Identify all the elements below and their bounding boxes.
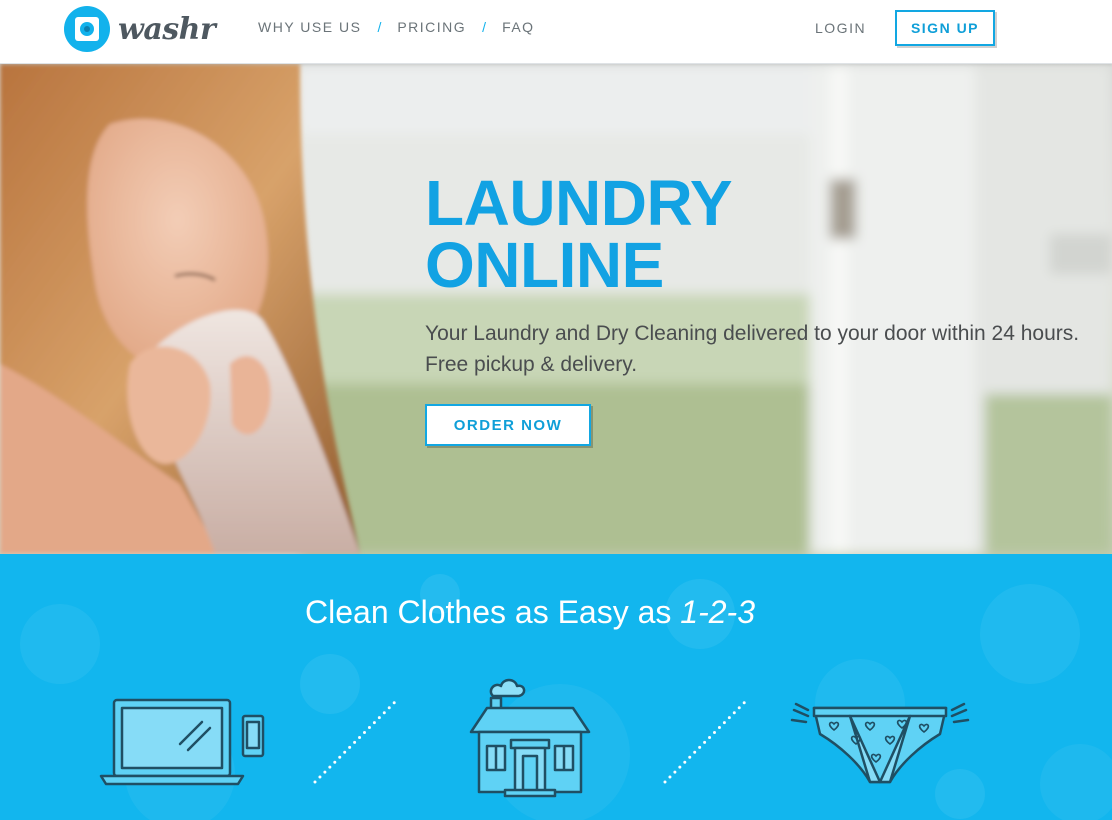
nav-faq[interactable]: FAQ [502, 19, 535, 35]
steps-heading-prefix: Clean Clothes as Easy as [305, 594, 681, 630]
hero-subtitle-line-1: Your Laundry and Dry Cleaning delivered … [425, 322, 1080, 345]
steps-section: Clean Clothes as Easy as 1-2-3 [0, 554, 1112, 820]
main-nav: WHY USE US / PRICING / FAQ [258, 19, 535, 35]
nav-why-use-us[interactable]: WHY USE US [258, 19, 361, 35]
order-now-button[interactable]: ORDER NOW [425, 404, 591, 446]
house-icon [469, 678, 591, 798]
nav-separator: / [482, 19, 487, 35]
nav-pricing[interactable]: PRICING [397, 19, 466, 35]
login-link[interactable]: LOGIN [815, 20, 866, 36]
logo-text: washr [118, 11, 216, 47]
steps-heading-emphasis: 1-2-3 [680, 594, 755, 630]
logo-link[interactable]: washr [64, 6, 216, 52]
hero-background-photo [0, 64, 1112, 554]
washing-machine-logo-icon [64, 6, 110, 52]
hero-subtitle: Your Laundry and Dry Cleaning delivered … [425, 318, 1105, 380]
site-header: washr WHY USE US / PRICING / FAQ LOGIN S… [0, 0, 1112, 64]
steps-heading: Clean Clothes as Easy as 1-2-3 [0, 594, 1060, 631]
laptop-and-phone-icon [99, 698, 265, 786]
sign-up-button[interactable]: SIGN UP [895, 10, 995, 46]
hero-title-line-2: ONLINE [425, 229, 664, 301]
hero-title: LAUNDRY ONLINE [425, 171, 845, 297]
nav-separator: / [377, 19, 382, 35]
hero-section: LAUNDRY ONLINE Your Laundry and Dry Clea… [0, 64, 1112, 554]
underwear-icon [790, 702, 970, 784]
hero-subtitle-line-2: Free pickup & delivery. [425, 353, 638, 376]
